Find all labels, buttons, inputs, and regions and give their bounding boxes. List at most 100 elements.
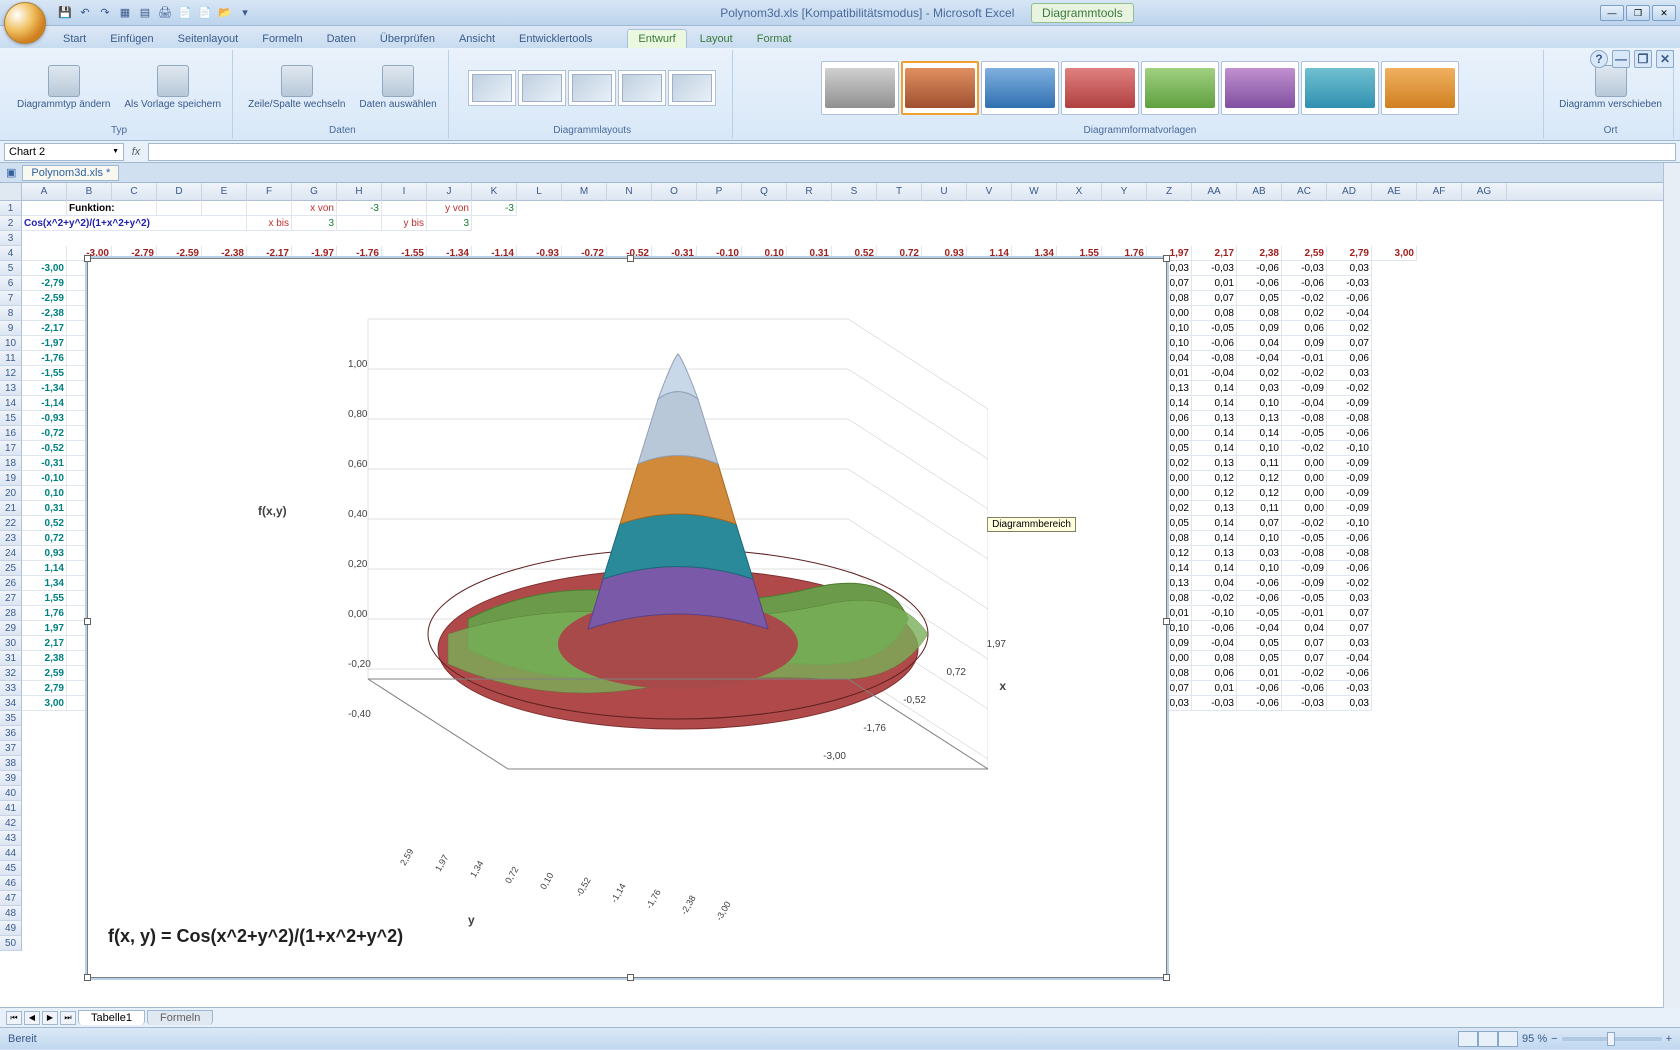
zoom-out-button[interactable]: − [1551, 1033, 1557, 1045]
cell[interactable]: -0,06 [1237, 591, 1282, 606]
cell[interactable]: 0,31 [22, 501, 67, 516]
col-header[interactable]: X [1057, 183, 1102, 201]
cell[interactable]: -0,06 [1237, 576, 1282, 591]
ribbon-min-icon[interactable]: — [1612, 50, 1630, 68]
view-pagelayout-button[interactable] [1478, 1031, 1498, 1047]
zoom-in-button[interactable]: + [1666, 1033, 1672, 1045]
cell[interactable]: -0,02 [1282, 366, 1327, 381]
cell[interactable]: 0,13 [1192, 546, 1237, 561]
cell[interactable]: 0,02 [1282, 306, 1327, 321]
select-all-corner[interactable] [0, 183, 22, 201]
row-header[interactable]: 1 [0, 201, 22, 216]
cell[interactable]: -0,06 [1237, 276, 1282, 291]
row-header[interactable]: 36 [0, 726, 22, 741]
cell[interactable]: 2,79 [22, 681, 67, 696]
col-header[interactable]: Q [742, 183, 787, 201]
col-header[interactable]: I [382, 183, 427, 201]
cell[interactable]: -1,97 [22, 336, 67, 351]
undo-icon[interactable]: ↶ [76, 4, 94, 22]
save-as-template-button[interactable]: Als Vorlage speichern [119, 62, 226, 113]
help-icon[interactable]: ? [1590, 50, 1608, 68]
cell[interactable]: -0,02 [1192, 591, 1237, 606]
cell[interactable]: 0,01 [1192, 276, 1237, 291]
cell[interactable]: 0,12 [1237, 486, 1282, 501]
cell[interactable]: -1,34 [22, 381, 67, 396]
cell[interactable] [247, 201, 292, 216]
row-header[interactable]: 6 [0, 276, 22, 291]
cell[interactable]: -0,09 [1327, 396, 1372, 411]
row-header[interactable]: 40 [0, 786, 22, 801]
cell[interactable]: -2,59 [22, 291, 67, 306]
cell[interactable]: 2,38 [1237, 246, 1282, 261]
cell[interactable]: 0,06 [1282, 321, 1327, 336]
cell[interactable]: -0,93 [22, 411, 67, 426]
col-header[interactable]: AA [1192, 183, 1237, 201]
col-header[interactable]: V [967, 183, 1012, 201]
cell[interactable]: -3 [472, 201, 517, 216]
cell[interactable]: 0,07 [1327, 336, 1372, 351]
cell[interactable]: 0,12 [1192, 486, 1237, 501]
cell[interactable]: -0,04 [1282, 396, 1327, 411]
cell[interactable]: 0,06 [1192, 666, 1237, 681]
open-icon[interactable]: 📂 [216, 4, 234, 22]
cell[interactable]: 0,06 [1327, 351, 1372, 366]
chart-style-4[interactable] [1061, 61, 1139, 115]
cell[interactable]: -0,05 [1282, 591, 1327, 606]
cell[interactable]: -0,10 [22, 471, 67, 486]
cell[interactable]: 0,03 [1327, 261, 1372, 276]
row-header[interactable]: 43 [0, 831, 22, 846]
cell[interactable]: y von [427, 201, 472, 216]
row-header[interactable]: 14 [0, 396, 22, 411]
cell[interactable]: 0,07 [1282, 651, 1327, 666]
row-header[interactable]: 35 [0, 711, 22, 726]
cell[interactable]: 0,00 [1282, 471, 1327, 486]
chart-layout-4[interactable] [618, 70, 666, 106]
cell[interactable]: 0,08 [1192, 306, 1237, 321]
col-header[interactable]: F [247, 183, 292, 201]
workbook-restore-icon[interactable]: ❐ [1634, 50, 1652, 68]
col-header[interactable]: D [157, 183, 202, 201]
cell[interactable]: 0,72 [22, 531, 67, 546]
cell[interactable]: -0,09 [1327, 501, 1372, 516]
cell[interactable]: -2,79 [22, 276, 67, 291]
cell[interactable]: -0,02 [1282, 441, 1327, 456]
row-header[interactable]: 29 [0, 621, 22, 636]
save-icon[interactable]: 💾 [56, 4, 74, 22]
cell[interactable]: -0,06 [1282, 276, 1327, 291]
chart-layout-3[interactable] [568, 70, 616, 106]
chart-layout-1[interactable] [468, 70, 516, 106]
cell[interactable]: -0,06 [1327, 426, 1372, 441]
cell[interactable] [22, 201, 67, 216]
cell[interactable]: -0,72 [22, 426, 67, 441]
row-header[interactable]: 17 [0, 441, 22, 456]
cell[interactable]: 3,00 [1372, 246, 1417, 261]
sheet-tab-formeln[interactable]: Formeln [147, 1010, 213, 1025]
cell[interactable] [337, 216, 382, 231]
cell[interactable]: -0,04 [1237, 621, 1282, 636]
cell[interactable]: -0,04 [1237, 351, 1282, 366]
row-header[interactable]: 7 [0, 291, 22, 306]
cell[interactable]: 0,00 [1282, 456, 1327, 471]
cell[interactable]: 0,01 [1192, 681, 1237, 696]
cell[interactable]: -0,02 [1282, 516, 1327, 531]
cell[interactable]: 0,04 [1282, 621, 1327, 636]
col-header[interactable]: R [787, 183, 832, 201]
cell[interactable]: 0,08 [1237, 306, 1282, 321]
chart-layout-5[interactable] [668, 70, 716, 106]
cell[interactable]: 0,07 [1327, 606, 1372, 621]
cell[interactable]: -0,03 [1192, 261, 1237, 276]
tab-start[interactable]: Start [52, 29, 97, 48]
col-header[interactable]: C [112, 183, 157, 201]
minimize-button[interactable]: — [1600, 5, 1624, 21]
sheet-nav-first[interactable]: ⏮ [6, 1011, 22, 1025]
row-header[interactable]: 18 [0, 456, 22, 471]
cell[interactable]: -0,04 [1327, 651, 1372, 666]
cell[interactable]: 0,05 [1237, 291, 1282, 306]
cell[interactable]: -0,04 [1327, 306, 1372, 321]
cell[interactable]: -0,06 [1327, 666, 1372, 681]
row-header[interactable]: 48 [0, 906, 22, 921]
cell[interactable]: -2,17 [22, 321, 67, 336]
cell[interactable]: -0,09 [1282, 381, 1327, 396]
cell[interactable]: Funktion: [67, 201, 157, 216]
col-header[interactable]: P [697, 183, 742, 201]
